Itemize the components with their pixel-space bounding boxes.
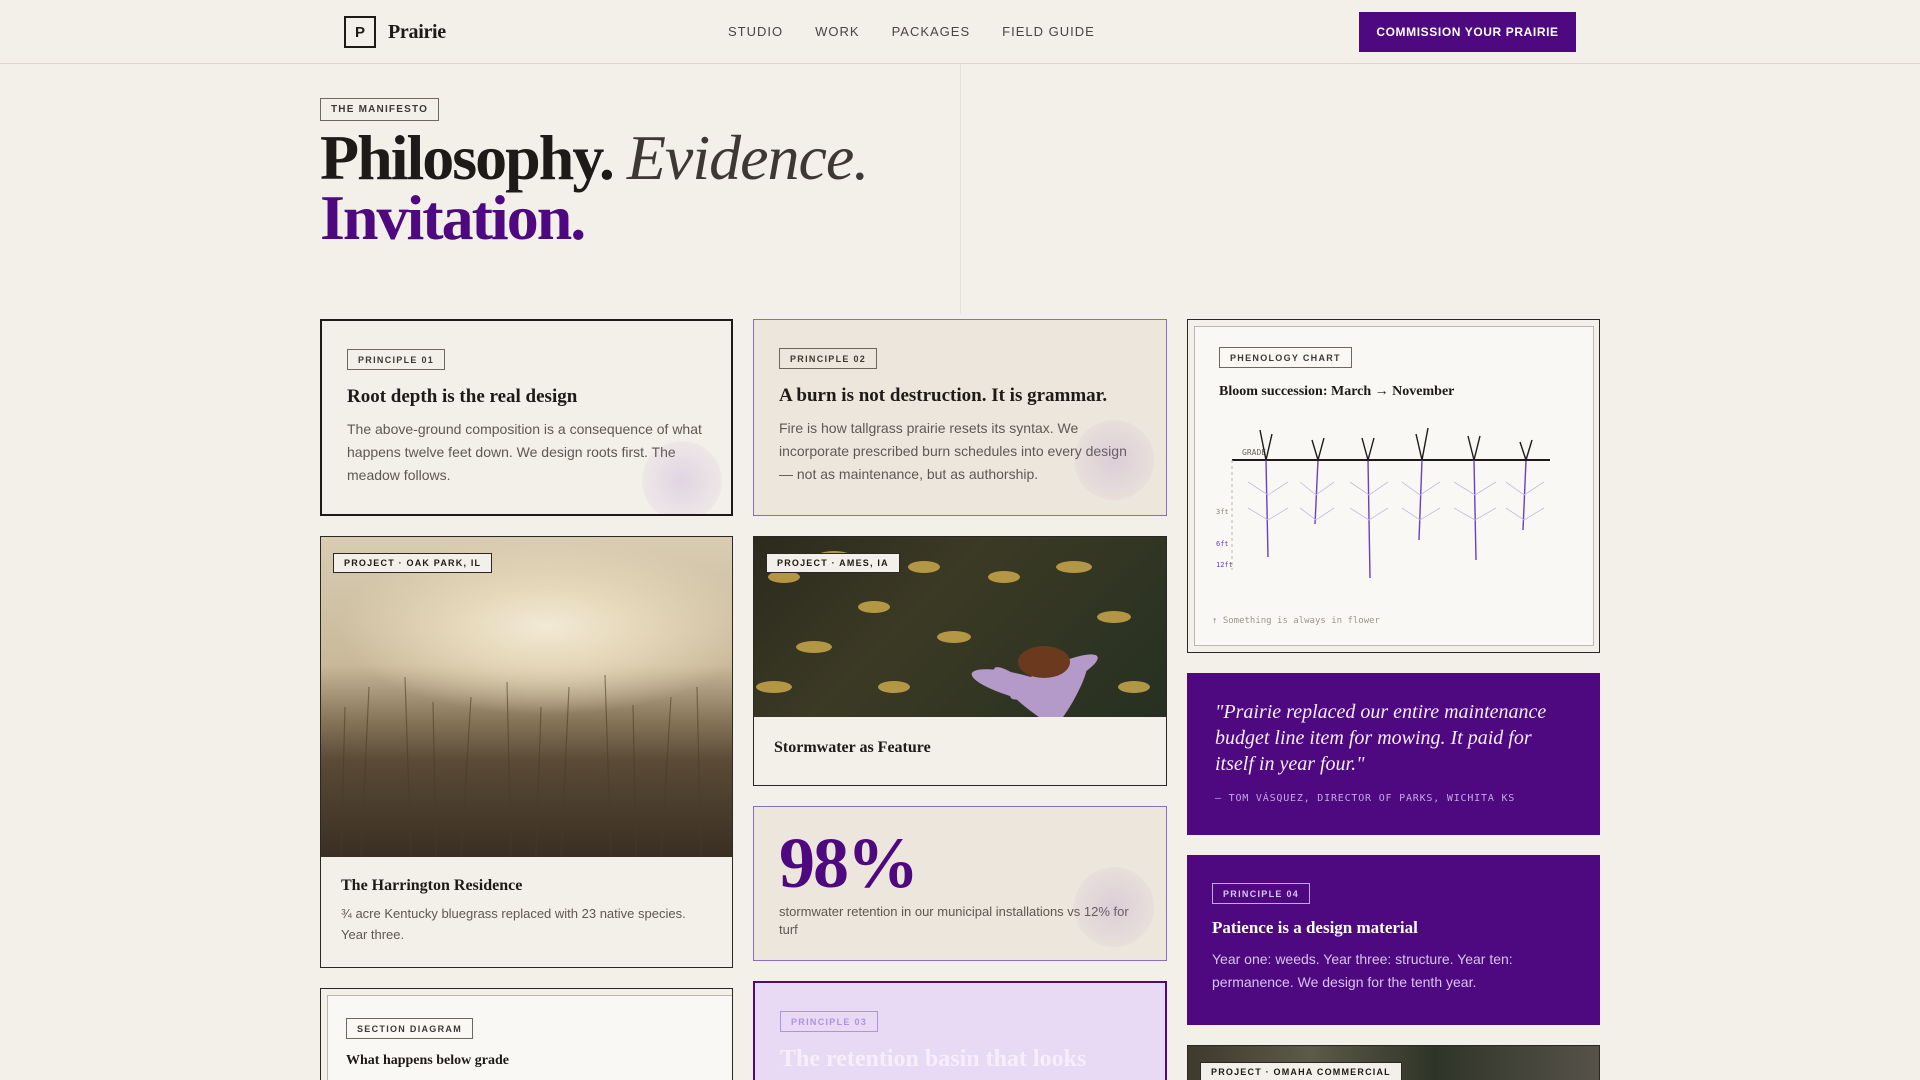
grade-label: GRADE	[1242, 448, 1266, 457]
testimonial-attribution: — TOM VÁSQUEZ, DIRECTOR OF PARKS, WICHIT…	[1215, 793, 1516, 804]
principle-tag: PRINCIPLE 02	[779, 348, 878, 369]
principle-tag: PRINCIPLE 01	[347, 349, 446, 370]
principle-title: Patience is a design material	[1212, 918, 1418, 937]
principle-02-card[interactable]: PRINCIPLE 02 A burn is not destruction. …	[753, 319, 1167, 516]
grass-texture	[340, 674, 702, 857]
phenology-chart-card[interactable]: PHENOLOGY CHART Bloom succession: March …	[1187, 319, 1600, 653]
diagram-frame: SECTION DIAGRAM What happens below grade	[327, 995, 732, 1080]
principle-01-card[interactable]: PRINCIPLE 01 Root depth is the real desi…	[320, 319, 733, 516]
principle-tag: PRINCIPLE 03	[780, 1011, 879, 1032]
hero-word-evidence: Evidence.	[626, 122, 869, 193]
principle-04-card[interactable]: PRINCIPLE 04 Patience is a design materi…	[1187, 855, 1600, 1025]
hero-word-invitation: Invitation.	[320, 182, 586, 253]
wheat-field-photo: PROJECT · OAK PARK, IL	[321, 537, 732, 857]
root-lines	[1265, 459, 1527, 579]
top-nav: P Prairie STUDIO WORK PACKAGES FIELD GUI…	[0, 0, 1920, 64]
principle-tag: PRINCIPLE 04	[1212, 883, 1311, 904]
principle-03-card[interactable]: PRINCIPLE 03 The retention basin that lo…	[753, 981, 1167, 1080]
stormwater-stat-card[interactable]: 98% stormwater retention in our municipa…	[753, 806, 1167, 961]
layout-guide-line	[960, 64, 961, 314]
glow-decoration	[642, 441, 722, 514]
diagram-tag: SECTION DIAGRAM	[346, 1018, 473, 1039]
project-location-tag: PROJECT · OAK PARK, IL	[333, 553, 493, 573]
logo-mark: P	[344, 16, 376, 48]
project-title: Stormwater as Feature	[774, 739, 931, 756]
project-location-tag: PROJECT · AMES, IA	[766, 553, 900, 573]
nav-links: STUDIO WORK PACKAGES FIELD GUIDE	[728, 24, 1095, 39]
chart-tag: PHENOLOGY CHART	[1219, 347, 1352, 368]
commission-button[interactable]: COMMISSION YOUR PRAIRIE	[1359, 12, 1576, 52]
principle-title: Root depth is the real design	[347, 386, 578, 407]
project-ames-card[interactable]: PROJECT · AMES, IA Stormwater as Feature	[753, 536, 1167, 786]
stem-lines	[1259, 427, 1533, 463]
principle-body: Year one: weeds. Year three: structure. …	[1212, 951, 1513, 990]
diagram-title: What happens below grade	[346, 1053, 509, 1068]
nav-link-work[interactable]: WORK	[815, 24, 859, 39]
brand-logo[interactable]: P Prairie	[344, 16, 446, 48]
section-diagram-card[interactable]: SECTION DIAGRAM What happens below grade	[320, 988, 733, 1080]
depth-label-12ft: 12ft	[1216, 561, 1233, 569]
depth-label-6ft: 6ft	[1216, 540, 1229, 548]
principle-title: A burn is not destruction. It is grammar…	[779, 385, 1108, 406]
project-omaha-card[interactable]: PROJECT · OMAHA COMMERCIAL	[1187, 1045, 1600, 1080]
testimonial-card[interactable]: "Prairie replaced our entire maintenance…	[1187, 673, 1600, 835]
manifesto-eyebrow: THE MANIFESTO	[320, 98, 440, 121]
root-branches	[1247, 481, 1545, 521]
depth-label-3ft: 3ft	[1216, 508, 1229, 516]
hero-heading: Philosophy. Evidence. Invitation.	[320, 126, 869, 250]
omaha-photo: PROJECT · OMAHA COMMERCIAL	[1188, 1046, 1599, 1080]
project-title: The Harrington Residence	[341, 877, 523, 894]
brand-name: Prairie	[388, 20, 446, 43]
principle-title: The retention basin that looks	[780, 1046, 1087, 1072]
project-description: ¾ acre Kentucky bluegrass replaced with …	[341, 906, 686, 942]
chart-footnote: ↑ Something is always in flower	[1212, 616, 1380, 626]
coneflower-photo: PROJECT · AMES, IA	[754, 537, 1166, 717]
nav-link-studio[interactable]: STUDIO	[728, 24, 783, 39]
nav-link-packages[interactable]: PACKAGES	[892, 24, 971, 39]
nav-link-field-guide[interactable]: FIELD GUIDE	[1002, 24, 1095, 39]
glow-decoration	[1074, 867, 1154, 947]
chart-title: Bloom succession: March → November	[1219, 384, 1455, 399]
testimonial-quote: "Prairie replaced our entire maintenance…	[1215, 701, 1547, 775]
project-location-tag: PROJECT · OMAHA COMMERCIAL	[1200, 1062, 1402, 1080]
glow-decoration	[1074, 420, 1154, 500]
root-depth-diagram: GRADE 3ft 6ft 12ft	[1216, 427, 1550, 579]
project-oak-park-card[interactable]: PROJECT · OAK PARK, IL The Harrington Re…	[320, 536, 733, 968]
